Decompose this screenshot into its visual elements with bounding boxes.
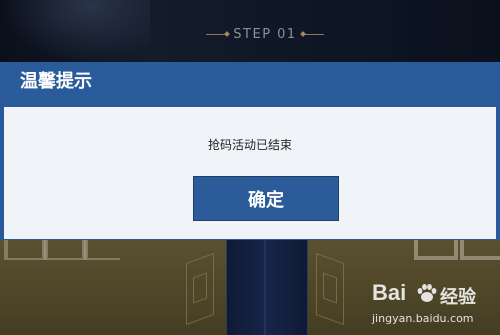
watermark-label: 经验 (440, 287, 476, 308)
dialog-body: 抢码活动已结束 确定 (4, 107, 496, 239)
watermark-url: jingyan.baidu.com (372, 312, 474, 325)
ornament-inner (193, 272, 207, 304)
alert-dialog: 温馨提示 抢码活动已结束 确定 (0, 62, 500, 240)
paw-icon (417, 284, 437, 302)
background-decoration (0, 0, 150, 62)
background-divider (264, 240, 266, 335)
ornament-left (186, 252, 214, 326)
background-header: STEP 01 (0, 0, 500, 62)
confirm-button[interactable]: 确定 (193, 176, 339, 221)
watermark-logo-text: Bai (372, 280, 407, 305)
step-line-right (303, 33, 324, 35)
background-panel-center (226, 240, 308, 335)
dialog-title: 温馨提示 (20, 71, 92, 92)
step-indicator: STEP 01 (200, 22, 330, 46)
ornament-right (316, 252, 344, 326)
dialog-message: 抢码活动已结束 (207, 138, 292, 152)
ornament-inner (323, 272, 337, 304)
watermark: Bai 经验 jingyan.baidu.com (372, 280, 500, 335)
dialog-header: 温馨提示 (0, 62, 500, 104)
step-line-left (206, 33, 227, 35)
step-label: STEP 01 (233, 26, 297, 42)
